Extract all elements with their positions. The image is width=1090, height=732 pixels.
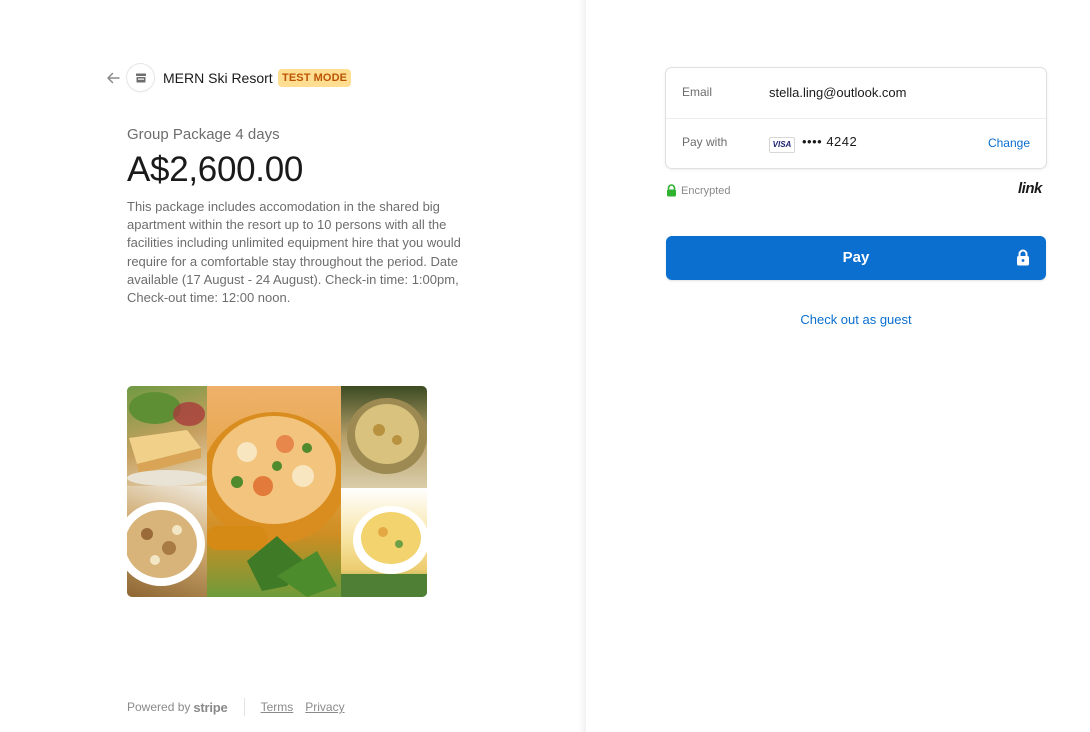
stripe-logo[interactable]: stripe <box>193 700 227 715</box>
food-photo-quiche-salad <box>127 386 207 486</box>
email-value: stella.ling@outlook.com <box>769 85 907 100</box>
pay-button[interactable]: Pay <box>666 236 1046 280</box>
food-photo-quiche-ramekin <box>341 488 427 597</box>
lock-icon <box>1017 249 1029 266</box>
merchant-name: MERN Ski Resort <box>163 70 273 86</box>
food-photo-casserole-bowl <box>127 486 207 597</box>
pay-button-label: Pay <box>842 249 870 266</box>
card-number-masked: •••• 4242 <box>802 134 858 149</box>
pay-with-row: Pay with VISA •••• 4242 Change <box>666 118 1046 168</box>
terms-link[interactable]: Terms <box>261 700 294 714</box>
encrypted-notice: Encrypted <box>666 184 731 197</box>
product-price: A$2,600.00 <box>127 150 304 189</box>
test-mode-badge: TEST MODE <box>278 69 352 87</box>
back-arrow-icon[interactable] <box>104 69 122 87</box>
email-label: Email <box>682 85 713 99</box>
email-row: Email stella.ling@outlook.com <box>666 68 1046 119</box>
lock-icon <box>667 184 676 197</box>
product-image <box>127 386 427 597</box>
merchant-logo <box>127 64 154 91</box>
food-photo-pasta-bake <box>207 386 341 597</box>
food-photo-gratin-dish <box>341 386 427 488</box>
footer-divider <box>243 698 245 716</box>
store-icon <box>135 73 146 82</box>
change-payment-link[interactable]: Change <box>988 136 1030 150</box>
guest-checkout-link[interactable]: Check out as guest <box>666 312 1046 327</box>
payment-details-card: Email stella.ling@outlook.com Pay with V… <box>665 67 1047 169</box>
encrypted-label: Encrypted <box>681 184 731 197</box>
order-summary-pane <box>0 0 585 732</box>
product-name: Group Package 4 days <box>127 126 280 143</box>
product-description: This package includes accomodation in th… <box>127 199 461 306</box>
link-logo: link <box>1018 180 1042 197</box>
footer: Powered by stripe Terms Privacy <box>127 698 357 716</box>
pane-divider <box>578 0 586 732</box>
privacy-link[interactable]: Privacy <box>305 700 344 714</box>
powered-by-label: Powered by <box>127 700 191 714</box>
visa-icon: VISA <box>769 137 795 153</box>
pay-with-label: Pay with <box>682 135 728 149</box>
